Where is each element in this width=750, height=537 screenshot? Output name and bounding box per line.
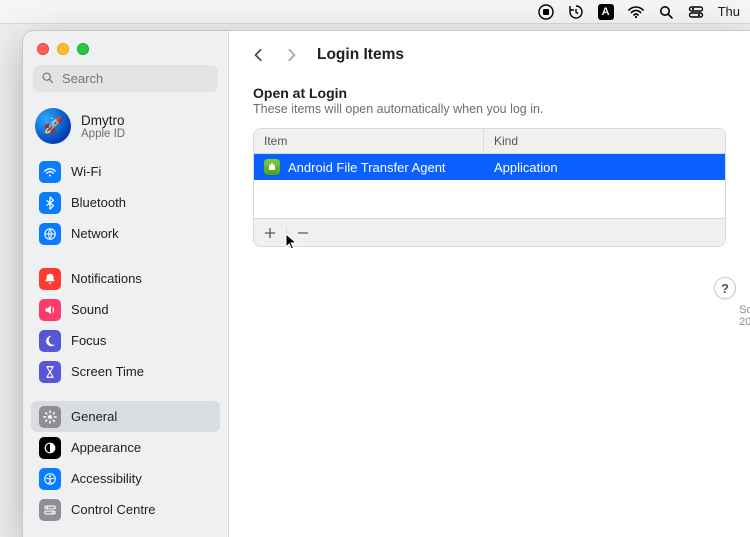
column-header-item[interactable]: Item (254, 129, 484, 153)
sidebar-item-label: Focus (71, 333, 106, 348)
speaker-icon (39, 299, 61, 321)
content-titlebar: Login Items (229, 31, 750, 79)
sidebar-item-notifications[interactable]: Notifications (31, 263, 220, 294)
stop-record-icon[interactable] (538, 4, 554, 20)
hourglass-icon (39, 361, 61, 383)
sidebar-item-sound[interactable]: Sound (31, 294, 220, 325)
section-title: Open at Login (253, 85, 726, 101)
sidebar-item-label: Control Centre (71, 502, 156, 517)
sidebar-item-label: Sound (71, 302, 109, 317)
sidebar-item-screentime[interactable]: Screen Time (31, 356, 220, 387)
settings-window: Dmytro Apple ID Wi-Fi Bluetooth (22, 30, 750, 537)
sidebar-item-label: Network (71, 226, 119, 241)
toolbar-divider (286, 226, 287, 240)
section-subtitle: These items will open automatically when… (253, 102, 726, 116)
sidebar-item-label: Screen Time (71, 364, 144, 379)
user-subtitle: Apple ID (81, 128, 125, 140)
sidebar-item-accessibility[interactable]: Accessibility (31, 463, 220, 494)
text-input-icon[interactable]: A (598, 4, 614, 20)
system-menubar: A Thu (0, 0, 750, 24)
control-center-icon[interactable] (688, 4, 704, 20)
sidebar-item-wifi[interactable]: Wi-Fi (31, 156, 220, 187)
sidebar-item-appearance[interactable]: Appearance (31, 432, 220, 463)
gear-icon (39, 406, 61, 428)
sidebar: Dmytro Apple ID Wi-Fi Bluetooth (23, 31, 229, 537)
user-name: Dmytro (81, 113, 125, 128)
wifi-icon (39, 161, 61, 183)
bell-icon (39, 268, 61, 290)
help-label: ? (721, 281, 729, 296)
page-title: Login Items (317, 46, 404, 64)
sidebar-item-network[interactable]: Network (31, 218, 220, 249)
minimize-window-button[interactable] (57, 43, 69, 55)
sidebar-item-label: Bluetooth (71, 195, 126, 210)
forward-button[interactable] (279, 41, 303, 69)
wifi-icon[interactable] (628, 4, 644, 20)
spotlight-icon[interactable] (658, 4, 674, 20)
sidebar-item-label: Accessibility (71, 471, 142, 486)
time-machine-icon[interactable] (568, 4, 584, 20)
table-body: Android File Transfer Agent Application (254, 154, 725, 218)
sidebar-item-label: Wi-Fi (71, 164, 101, 179)
control-centre-icon (39, 499, 61, 521)
remove-item-button[interactable] (291, 223, 315, 243)
search-input[interactable] (60, 70, 240, 87)
android-icon (264, 159, 280, 175)
bluetooth-icon (39, 192, 61, 214)
table-header: Item Kind (254, 129, 725, 154)
sidebar-item-controlcentre[interactable]: Control Centre (31, 494, 220, 525)
back-button[interactable] (247, 41, 271, 69)
close-window-button[interactable] (37, 43, 49, 55)
table-row[interactable]: Android File Transfer Agent Application (254, 154, 725, 180)
add-item-button[interactable] (258, 223, 282, 243)
sidebar-item-label: General (71, 409, 117, 424)
window-controls (23, 39, 228, 65)
search-icon (41, 71, 54, 87)
login-items-table: Item Kind Android File Transfer Agent Ap… (253, 128, 726, 247)
sidebar-item-label: Appearance (71, 440, 141, 455)
row-item-kind: Application (484, 160, 725, 175)
row-item-name: Android File Transfer Agent (288, 160, 446, 175)
appearance-icon (39, 437, 61, 459)
table-toolbar (254, 218, 725, 246)
zoom-window-button[interactable] (77, 43, 89, 55)
user-avatar (35, 108, 71, 144)
column-header-kind[interactable]: Kind (484, 129, 725, 153)
sidebar-item-label: Notifications (71, 271, 142, 286)
content-pane: Login Items Open at Login These items wi… (229, 31, 750, 537)
background-text: Sc 20 (739, 304, 750, 328)
network-icon (39, 223, 61, 245)
sidebar-item-bluetooth[interactable]: Bluetooth (31, 187, 220, 218)
sidebar-item-focus[interactable]: Focus (31, 325, 220, 356)
accessibility-icon (39, 468, 61, 490)
search-field[interactable] (33, 65, 218, 92)
help-button[interactable]: ? (714, 277, 736, 299)
sidebar-nav: Wi-Fi Bluetooth Network (23, 156, 228, 537)
sidebar-item-general[interactable]: General (31, 401, 220, 432)
moon-icon (39, 330, 61, 352)
menubar-clock[interactable]: Thu (718, 4, 740, 19)
apple-id-row[interactable]: Dmytro Apple ID (23, 102, 228, 156)
